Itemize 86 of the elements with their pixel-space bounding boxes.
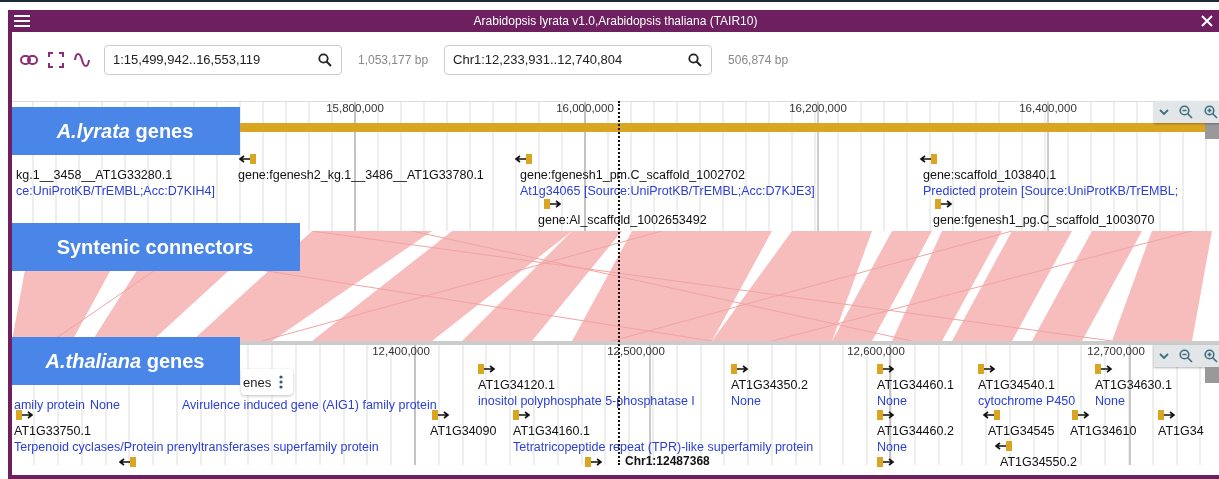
track-label: Syntenic connectors (12, 223, 300, 271)
ruler-label: 12,400,000 (371, 345, 431, 357)
gene-description: None (731, 393, 761, 409)
gene-description: cytochrome P450 (978, 393, 1076, 409)
gene-arrow-icon[interactable] (544, 198, 562, 210)
gene-arrow-icon[interactable] (731, 363, 749, 375)
gene-name[interactable]: AT1G33750.1 (14, 423, 91, 439)
gene-name[interactable]: AT1G34460.1 (877, 377, 954, 393)
window-title: Arabidopsis lyrata v1.0,Arabidopsis thaliana (TAIR10) (472, 14, 759, 28)
zoom-out-icon[interactable] (1179, 105, 1194, 119)
gene-name[interactable]: gene:fgenesh2_kg.1__3486__AT1G33780.1 (238, 167, 484, 183)
gene-arrow-icon[interactable] (118, 456, 136, 468)
search-icon[interactable] (688, 52, 703, 67)
gene-name[interactable]: AT1G34 (1158, 423, 1204, 439)
gene-name[interactable]: AT1G34540.1 (978, 377, 1055, 393)
gene-description: amily protein (14, 397, 85, 413)
zoom-in-icon[interactable] (1203, 105, 1218, 119)
gene-name[interactable]: gene:fgenesh1_pg.C_scaffold_1003070 (933, 212, 1155, 228)
scrollbar-thumb[interactable] (1205, 367, 1219, 383)
gene-description: None (1095, 393, 1125, 409)
gene-arrow-icon[interactable] (994, 440, 1012, 452)
close-icon[interactable] (1201, 15, 1213, 27)
gene-description: At1g34065 [Source:UniProtKB/TrEMBL;Acc:D7KJE3] (520, 183, 815, 199)
menu-icon[interactable] (14, 15, 30, 27)
gene-arrow-icon[interactable] (982, 409, 1000, 421)
ruler-label: 12,700,000 (1086, 345, 1146, 357)
gene-name[interactable]: gene:scaffold_103840.1 (923, 167, 1057, 183)
gene-arrow-icon[interactable] (877, 363, 895, 375)
gene-arrow-icon[interactable] (1158, 409, 1176, 421)
ruler-label: 16,200,000 (788, 102, 848, 114)
chevron-down-icon[interactable] (1159, 108, 1170, 116)
gene-description: Terpenoid cyclases/Protein prenyltransferases superfamily protein (14, 439, 379, 455)
gene-name[interactable]: AT1G34550.2 (1000, 454, 1077, 470)
gene-arrow-icon[interactable] (919, 153, 937, 165)
gene-description: Avirulence induced gene (AIG1) family protein (182, 397, 437, 413)
gene-arrow-icon[interactable] (513, 409, 531, 421)
gene-name[interactable]: kg.1__3458__AT1G33280.1 (16, 167, 173, 183)
gene-description: inositol polyphosphate 5-phosphatase I (478, 393, 695, 409)
ruler-label: 12,600,000 (846, 345, 906, 357)
gene-arrow-icon[interactable] (877, 409, 895, 421)
more-icon[interactable] (279, 375, 284, 389)
track-label: A.thaliana genes (12, 337, 240, 385)
gene-name[interactable]: AT1G34630.1 (1095, 377, 1172, 393)
gene-arrow-icon[interactable] (978, 363, 996, 375)
chevron-down-icon[interactable] (1159, 352, 1170, 360)
gene-name[interactable]: AT1G34460.2 (877, 423, 954, 439)
location-field[interactable]: 1:15,499,942..16,553,119 (104, 44, 342, 75)
length-label: 1,053,177 bp (358, 52, 429, 67)
gene-name[interactable]: gene:fgenesh1_pm.C_scaffold_1002702 (520, 167, 745, 183)
track-menu[interactable]: enes (241, 369, 294, 395)
gene-arrow-icon[interactable] (514, 153, 532, 165)
fullscreen-icon[interactable] (48, 51, 64, 68)
location-field[interactable]: Chr1:12,233,931..12,740,804 (444, 44, 713, 75)
gene-name[interactable]: gene:Al_scaffold_1002653492 (538, 212, 707, 228)
cursor-label: Chr1:12487368 (625, 454, 710, 468)
gene-description: None (90, 397, 120, 413)
gene-name[interactable]: AT1G34350.2 (731, 377, 808, 393)
search-icon[interactable] (318, 52, 332, 67)
zoom-out-icon[interactable] (1179, 349, 1194, 363)
gene-arrow-icon[interactable] (935, 198, 953, 210)
gene-description: Predicted protein [Source:UniProtKB/TrEMBL; (923, 183, 1179, 199)
gene-name[interactable]: AT1G34545 (988, 423, 1055, 439)
gene-name[interactable]: AT1G34610 (1070, 423, 1137, 439)
gene-arrow-icon[interactable] (1072, 409, 1090, 421)
track-label: A.lyrata genes (12, 107, 240, 155)
gene-name[interactable]: AT1G34160.1 (513, 423, 590, 439)
gene-description: Tetratricopeptide repeat (TPR)-like superfamily protein (513, 439, 814, 455)
gene-description: ce:UniProtKB/TrEMBL;Acc:D7KIH4] (16, 183, 215, 199)
zoom-in-icon[interactable] (1203, 349, 1218, 363)
gene-arrow-icon[interactable] (877, 456, 895, 468)
ruler-label: 16,000,000 (555, 102, 615, 114)
gene-description: None (877, 439, 907, 455)
ruler-label: 16,400,000 (1018, 102, 1078, 114)
gene-name[interactable]: AT1G34090 (430, 423, 497, 439)
scrollbar-thumb[interactable] (1205, 123, 1219, 139)
gene-name[interactable]: AT1G34120.1 (478, 377, 555, 393)
gene-description: None (877, 393, 907, 409)
gene-arrow-icon[interactable] (478, 363, 496, 375)
gene-arrow-icon[interactable] (238, 153, 256, 165)
gene-arrow-icon[interactable] (585, 456, 603, 468)
ruler-label: 15,800,000 (325, 102, 385, 114)
gene-arrow-icon[interactable] (1095, 363, 1113, 375)
ruler-label: 12,500,000 (606, 345, 666, 357)
link-icon[interactable] (20, 54, 38, 65)
wave-icon[interactable] (74, 51, 90, 68)
length-label: 506,874 bp (728, 52, 789, 67)
